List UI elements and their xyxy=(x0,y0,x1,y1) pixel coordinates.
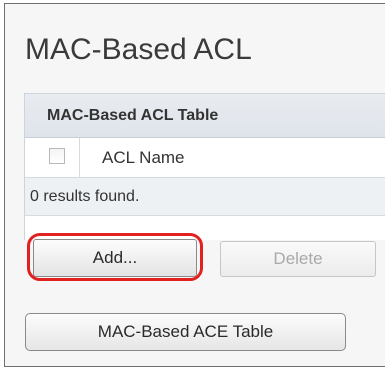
mac-based-ace-table-button[interactable]: MAC-Based ACE Table xyxy=(25,313,346,351)
table-caption: MAC-Based ACL Table xyxy=(25,94,385,138)
delete-button[interactable]: Delete xyxy=(220,241,376,277)
column-header-acl-name[interactable]: ACL Name xyxy=(102,148,185,168)
results-count-text: 0 results found. xyxy=(30,188,140,205)
table-caption-text: MAC-Based ACL Table xyxy=(47,107,219,124)
results-row: 0 results found. xyxy=(25,178,385,216)
page-title: MAC-Based ACL xyxy=(25,33,252,66)
select-all-checkbox[interactable] xyxy=(49,148,65,164)
select-all-cell xyxy=(25,138,80,177)
content-frame: MAC-Based ACL MAC-Based ACL Table ACL Na… xyxy=(4,3,385,367)
acl-table: MAC-Based ACL Table ACL Name 0 results f… xyxy=(24,93,385,240)
table-header-row: ACL Name xyxy=(25,138,385,178)
add-button[interactable]: Add... xyxy=(33,239,197,277)
